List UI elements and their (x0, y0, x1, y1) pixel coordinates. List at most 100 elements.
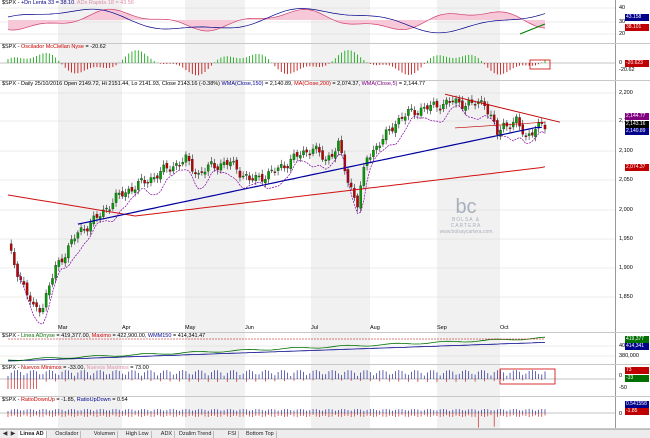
candle-body (79, 227, 83, 232)
candle-body (137, 181, 140, 190)
candle-body (534, 129, 537, 138)
title-part: = 419,377.00, (54, 333, 92, 339)
title-part: $SPX - Daily 25/10/2016 Open 2149.72, Hi… (2, 81, 222, 87)
candle-body (502, 122, 505, 130)
candle-body (51, 278, 54, 285)
axis-tick-label: 1,950 (619, 236, 633, 242)
value-tag: 2,074.37 (625, 164, 649, 171)
candle-body (57, 260, 61, 267)
candle-body (518, 117, 521, 127)
sheet-tab[interactable]: FSI (226, 431, 240, 438)
sheet-tab[interactable]: Linea AD (18, 431, 47, 438)
candle-body (194, 172, 197, 175)
newlows-pane[interactable]: $SPX - Nuevos Minimos = -33.00, Nuevos M… (0, 365, 650, 397)
candle-body (140, 178, 143, 181)
price-pane[interactable]: $SPX - Daily 25/10/2016 Open 2149.72, Hi… (0, 81, 650, 333)
sheet-tab[interactable]: ADX (159, 431, 176, 438)
candle-body (283, 165, 286, 169)
title-part: = -33.00, (61, 365, 87, 371)
sheet-tab[interactable]: Volumen (92, 431, 119, 438)
month-band (311, 397, 370, 428)
candle-body (165, 163, 169, 169)
last-tab-icon[interactable]: ▶ (9, 431, 17, 438)
price-plot[interactable]: $SPX - Daily 25/10/2016 Open 2149.72, Hi… (0, 81, 616, 332)
ratio-pane[interactable]: $SPX - RatioDownUp = -1.85, RatioUpDown … (0, 397, 650, 429)
adx-title: $SPX - +Dn Lenta 33 = 38.10, ADx Rapida … (2, 0, 134, 6)
candle-body (267, 171, 270, 180)
title-part: = -1.85, (54, 397, 77, 403)
candle-body (44, 293, 48, 308)
candle-body (337, 140, 340, 152)
candle-body (111, 203, 115, 209)
candle-body (372, 149, 375, 157)
sheet-tab[interactable]: Bottom Top (244, 431, 277, 438)
month-label: Aug (370, 325, 380, 331)
candle-body (251, 178, 254, 181)
value-tag: 2,143.16 (625, 121, 649, 128)
title-part: $SPX - (2, 0, 21, 6)
candle-body (292, 153, 296, 160)
candle-body (362, 166, 366, 186)
value-tag: 419,377 (625, 336, 649, 343)
candle-body (508, 127, 512, 129)
axis-tick-label: -20.62 (619, 67, 635, 73)
title-part: RatioDownUp (20, 397, 55, 403)
sheet-tab[interactable]: Oscilador (53, 431, 82, 438)
sheet-tab[interactable]: Dzalim Trend (177, 431, 215, 438)
candle-body (13, 252, 16, 266)
title-part: = 0.54 (110, 397, 128, 403)
candle-body (28, 295, 32, 302)
candle-body (489, 114, 493, 117)
mcclellan-pane[interactable]: $SPX - Oscilador McClellan Nyse = -20.62… (0, 44, 650, 81)
axis-tick-label: 1,900 (619, 265, 633, 271)
candle-body (76, 232, 80, 239)
candle-body (206, 164, 210, 172)
candle-body (368, 157, 372, 160)
candle-body (340, 140, 343, 154)
candle-body (403, 116, 407, 121)
candle-body (321, 150, 324, 160)
highlight-box (499, 368, 556, 385)
title-part: , ADx Rapida 18 = 43.56 (74, 0, 134, 6)
first-tab-icon[interactable]: ◀ (1, 431, 9, 438)
candle-body (257, 175, 261, 178)
title-part: Maximo (91, 333, 112, 339)
candle-body (117, 192, 121, 195)
candle-body (181, 162, 185, 165)
candle-body (152, 177, 156, 180)
value-tag: -33 (625, 375, 649, 382)
sheet-tab-bar: ◀ ▶ Linea AD Oscilador Volumen High Low ADX D… (0, 429, 650, 438)
candle-body (35, 302, 38, 308)
candle-body (197, 172, 200, 175)
month-band (311, 44, 370, 80)
month-band (185, 44, 245, 80)
value-tag: 43.158 (625, 14, 649, 21)
adline-plot[interactable]: $SPX - Linea ADnyse = 419,377.00, Maximo… (0, 333, 616, 364)
watermark: bc BOLSA & CARTERA www.bolsaycartera.com (436, 197, 496, 235)
adline-pane[interactable]: $SPX - Linea ADnyse = 419,377.00, Maximo… (0, 333, 650, 365)
candle-body (54, 265, 57, 279)
candle-body (273, 171, 277, 173)
candle-body (314, 145, 318, 150)
ratio-plot[interactable]: $SPX - RatioDownUp = -1.85, RatioUpDown … (0, 397, 616, 428)
month-band (185, 365, 245, 396)
candle-body (419, 107, 423, 116)
title-part: Oscilador McClellan Nyse (20, 44, 84, 50)
axis-tick-label: 2,050 (619, 177, 633, 183)
adx-pane[interactable]: $SPX - +Dn Lenta 33 = 38.10, ADx Rapida … (0, 0, 650, 44)
sheet-tab[interactable]: High Low (124, 431, 152, 438)
candle-body (442, 104, 445, 110)
candle-body (524, 135, 528, 137)
newlows-plot[interactable]: $SPX - Nuevos Minimos = -33.00, Nuevos M… (0, 365, 616, 396)
candle-body (308, 153, 312, 156)
candle-body (448, 101, 451, 103)
title-part: = 2,144.77 (397, 81, 426, 87)
title-part: MA(Close,200) (294, 81, 331, 87)
adx-plot[interactable]: $SPX - +Dn Lenta 33 = 38.10, ADx Rapida … (0, 0, 616, 43)
candle-body (232, 161, 235, 163)
value-tag: 2,140.89 (625, 128, 649, 135)
candle-body (429, 104, 432, 111)
candle-body (391, 127, 394, 132)
candle-body (222, 161, 226, 166)
mcclellan-plot[interactable]: $SPX - Oscilador McClellan Nyse = -20.62 (0, 44, 616, 80)
